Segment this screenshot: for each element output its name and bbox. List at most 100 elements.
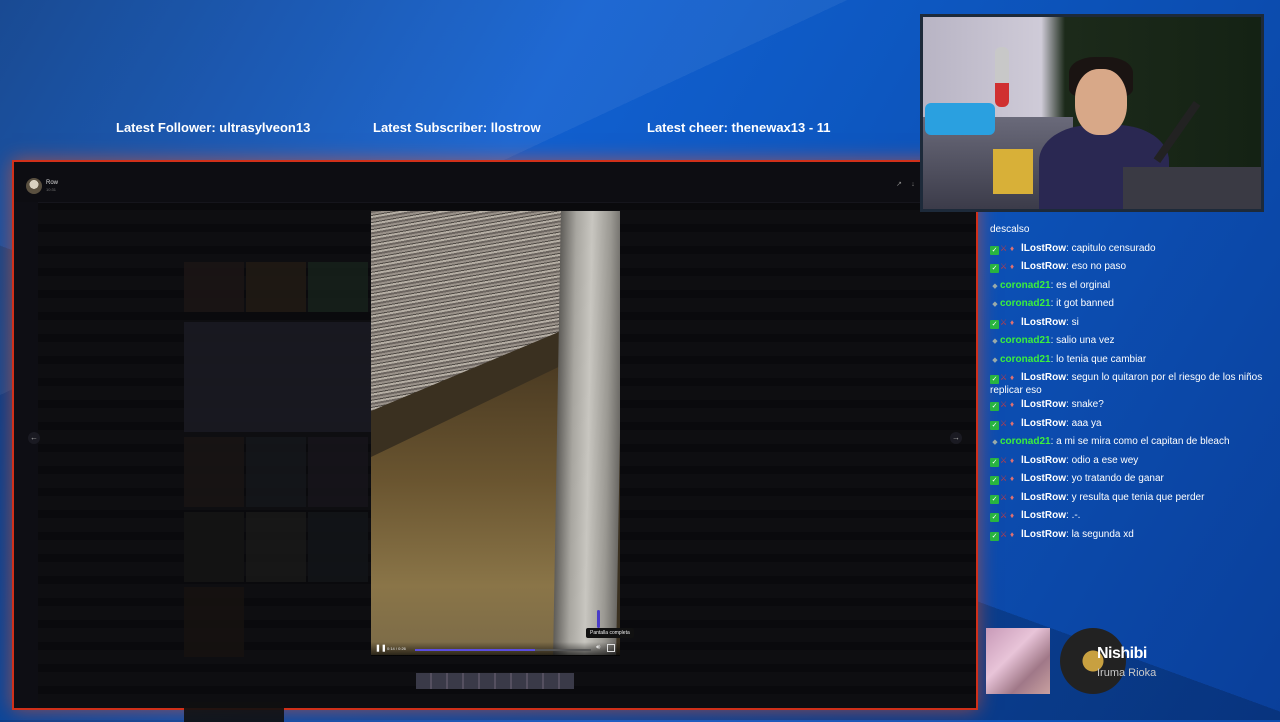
video-frame-blade <box>553 211 620 655</box>
verified-badge-icon: ✓ <box>990 375 999 384</box>
webcam-box <box>993 149 1033 194</box>
app-window: Row 10:31 ↗ ↓ □ ⋯ ✕ ← → Pantalla complet… <box>12 160 978 722</box>
chat-message: ✓ ⚔ ♦ lLostRow: yo tratando de ganar <box>990 471 1270 490</box>
chat-text: aaa ya <box>1071 417 1102 429</box>
bits-badge-icon: ♦ <box>1010 262 1015 271</box>
fullscreen-icon[interactable] <box>607 644 615 652</box>
window-subtitle: 10:31 <box>46 187 57 192</box>
chat-message: ✓ ⚔ ♦ lLostRow: si <box>990 315 1270 334</box>
sword-badge-icon: ⚔ <box>1000 243 1008 253</box>
verified-badge-icon: ✓ <box>990 513 999 522</box>
chat-message: ◆ coronad21: lo tenia que cambiar <box>990 352 1270 371</box>
chat-text: eso no paso <box>1071 261 1127 272</box>
seek-bar[interactable] <box>415 649 591 651</box>
chat-text: it got banned <box>1056 298 1114 309</box>
latest-follower: Latest Follower: ultrasylveon13 <box>116 120 311 135</box>
chat-message: ◆ coronad21: a mi se mira como el capitan… <box>990 434 1270 453</box>
sword-badge-icon: ⚔ <box>1000 262 1008 271</box>
verified-badge-icon: ✓ <box>990 531 999 541</box>
window-titlebar: Row 10:31 ↗ ↓ □ ⋯ ✕ <box>14 162 976 203</box>
chat-message: ✓ ⚔ ♦ lLostRow: y resulta que tenia que per… <box>990 490 1270 509</box>
chat-message: descalso <box>990 222 1270 241</box>
bits-badge-icon: ♦ <box>1010 317 1015 327</box>
chat-username[interactable]: lLostRow <box>1021 473 1066 484</box>
verified-badge-icon: ✓ <box>990 402 999 411</box>
now-playing-artist: Iruma Rioka <box>1097 667 1157 679</box>
webcam-feed <box>920 14 1264 212</box>
sword-badge-icon: ⚔ <box>1000 474 1008 483</box>
volume-slider[interactable] <box>597 610 600 628</box>
sword-badge-icon: ⚔ <box>1000 400 1008 409</box>
sword-badge-icon: ⚔ <box>1000 317 1008 327</box>
chat-username[interactable]: lLostRow <box>1021 243 1066 254</box>
sword-badge-icon: ⚔ <box>1000 418 1008 428</box>
pause-icon[interactable]: ❚❚ <box>375 644 387 652</box>
sub-badge-icon: ◆ <box>992 282 998 290</box>
sword-badge-icon: ⚔ <box>1000 492 1008 502</box>
chat-username[interactable]: lLostRow <box>1021 455 1066 466</box>
chat-text: es el orginal <box>1056 279 1111 291</box>
chat-username[interactable]: lLostRow <box>1021 317 1066 328</box>
window-title: Row <box>46 180 59 186</box>
sword-badge-icon: ⚔ <box>1000 529 1008 539</box>
download-icon[interactable]: ↓ <box>908 180 918 190</box>
chat-message: ◆ coronad21: salio una vez <box>990 333 1270 352</box>
chat-username[interactable]: lLostRow <box>1021 492 1066 503</box>
chat-username[interactable]: lLostRow <box>1021 399 1066 410</box>
sub-badge-icon: ◆ <box>992 301 998 308</box>
player-controls: ❚❚ 0:14 / 0:26 🔊︎ <box>371 642 620 656</box>
verified-badge-icon: ✓ <box>990 457 999 467</box>
bits-badge-icon: ♦ <box>1010 418 1015 428</box>
alerts-bar: Latest Follower: ultrasylveon13 Latest S… <box>0 118 910 138</box>
bits-badge-icon: ♦ <box>1010 373 1015 382</box>
chat-message: ✓ ⚔ ♦ lLostRow: segun lo quitaron por el ri… <box>990 370 1270 397</box>
next-arrow-icon[interactable]: → <box>950 432 962 444</box>
chat-username[interactable]: lLostRow <box>1021 372 1066 383</box>
chat-username[interactable]: coronad21 <box>1000 298 1051 309</box>
sword-badge-icon: ⚔ <box>1000 455 1008 465</box>
chat-text: yo tratando de ganar <box>1071 473 1164 484</box>
chat-text: a mi se mira como el capitan de bleach <box>1056 436 1230 447</box>
avatar[interactable] <box>26 178 42 194</box>
chat-message: ✓ ⚔ ♦ lLostRow: odio a ese wey <box>990 453 1270 472</box>
bits-badge-icon: ♦ <box>1010 529 1015 539</box>
volume-icon[interactable]: 🔊︎ <box>596 644 600 652</box>
thumbnail-strip[interactable] <box>416 673 574 689</box>
bits-badge-icon: ♦ <box>1010 400 1015 409</box>
webcam-cloth <box>925 103 995 135</box>
share-icon[interactable]: ↗ <box>894 180 904 190</box>
bits-badge-icon: ♦ <box>1010 455 1015 465</box>
latest-cheer: Latest cheer: thenewax13 - 11 <box>647 120 831 135</box>
bits-badge-icon: ♦ <box>1010 492 1015 502</box>
chat-username[interactable]: coronad21 <box>1000 354 1051 365</box>
chat-username[interactable]: coronad21 <box>1000 436 1051 447</box>
latest-subscriber: Latest Subscriber: llostrow <box>373 120 541 135</box>
webcam-guitar <box>995 47 1009 107</box>
bits-badge-icon: ♦ <box>1010 474 1015 483</box>
chat-username[interactable]: coronad21 <box>1000 335 1051 346</box>
chat-text: y resulta que tenia que perder <box>1071 491 1205 503</box>
fullscreen-tooltip: Pantalla completa <box>586 628 634 638</box>
bits-badge-icon: ♦ <box>1010 243 1015 253</box>
chat-message: ◆ coronad21: es el orginal <box>990 278 1270 297</box>
chat-username[interactable]: lLostRow <box>1021 261 1066 272</box>
sword-badge-icon: ⚔ <box>1000 373 1008 382</box>
sword-badge-icon: ⚔ <box>1000 511 1008 520</box>
chat-username[interactable]: coronad21 <box>1000 280 1051 291</box>
sub-badge-icon: ◆ <box>992 356 998 364</box>
chat-username[interactable]: lLostRow <box>1021 529 1066 540</box>
video-frame-floor <box>371 361 571 655</box>
chat-text: snake? <box>1071 399 1104 410</box>
verified-badge-icon: ✓ <box>990 245 999 255</box>
previous-arrow-icon[interactable]: ← <box>28 432 40 444</box>
webcam-mic-arm <box>1153 101 1201 163</box>
chat-text: capitulo censurado <box>1071 242 1156 254</box>
chat-message: ✓ ⚔ ♦ lLostRow: la segunda xd <box>990 527 1270 546</box>
album-cover <box>986 628 1050 694</box>
chat-message: ✓ ⚔ ♦ lLostRow: snake? <box>990 397 1270 416</box>
chat-username[interactable]: lLostRow <box>1021 418 1066 429</box>
seek-progress <box>415 649 535 651</box>
video-player[interactable] <box>371 211 620 655</box>
chat-username[interactable]: lLostRow <box>1021 510 1066 521</box>
media-grid <box>184 262 384 722</box>
